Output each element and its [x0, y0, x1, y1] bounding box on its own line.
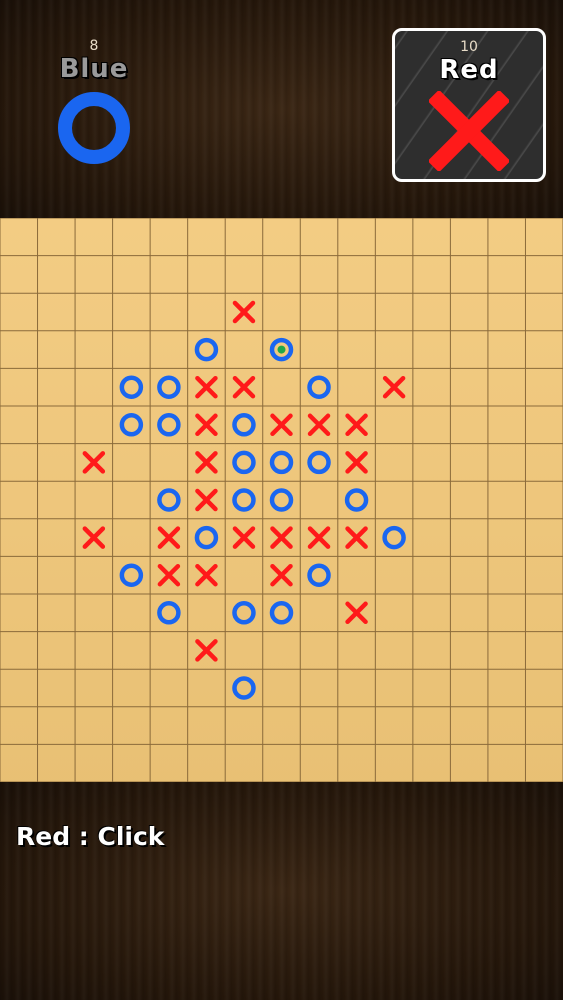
blue-score: 8	[89, 38, 99, 54]
red-x-mark	[270, 413, 293, 437]
red-x-mark	[195, 375, 218, 399]
red-x-icon	[429, 91, 509, 171]
blue-o-mark	[269, 450, 294, 475]
red-x-mark	[345, 451, 368, 474]
red-x-mark	[82, 451, 106, 474]
red-x-mark	[270, 563, 293, 587]
blue-o-mark	[157, 488, 181, 512]
red-x-mark	[232, 526, 256, 549]
blue-o-icon	[58, 92, 130, 164]
blue-o-mark	[119, 413, 144, 437]
game-board[interactable]	[0, 218, 563, 782]
blue-o-mark	[157, 601, 181, 625]
player-red-panel: 10 Red	[395, 39, 543, 171]
red-x-mark	[232, 300, 256, 324]
red-x-mark	[307, 413, 331, 437]
red-x-mark	[270, 526, 293, 549]
player-red-panel-active: 10 Red	[392, 28, 546, 182]
red-x-mark	[382, 375, 406, 399]
blue-o-mark	[307, 375, 331, 399]
bottom-panel	[0, 782, 563, 1000]
blue-o-mark	[269, 337, 294, 362]
red-x-mark	[345, 601, 368, 625]
blue-o-mark	[307, 563, 331, 587]
red-x-mark	[157, 563, 181, 587]
blue-o-mark	[194, 525, 219, 550]
red-x-mark	[307, 526, 331, 549]
blue-o-mark	[269, 601, 294, 625]
red-name: Red	[439, 55, 499, 85]
status-text: Red : Click	[16, 822, 165, 851]
blue-o-mark	[232, 413, 256, 437]
blue-o-mark	[344, 488, 369, 512]
blue-o-mark	[194, 337, 219, 362]
last-move-dot	[277, 345, 286, 354]
blue-o-mark	[232, 601, 256, 625]
board-grid[interactable]	[0, 218, 563, 782]
red-x-mark	[195, 488, 218, 512]
blue-o-mark	[269, 488, 294, 512]
blue-o-mark	[157, 375, 181, 399]
red-score: 10	[460, 39, 478, 55]
red-x-mark	[195, 451, 218, 474]
red-x-mark	[195, 639, 218, 662]
blue-o-mark	[119, 563, 144, 587]
blue-o-mark	[382, 525, 406, 550]
red-x-mark	[195, 563, 218, 587]
blue-o-mark	[119, 375, 144, 399]
blue-o-mark	[232, 450, 256, 475]
blue-o-mark	[232, 676, 256, 700]
red-x-mark	[195, 413, 218, 437]
blue-o-mark	[232, 488, 256, 512]
red-x-mark	[157, 526, 181, 549]
blue-o-mark	[307, 450, 331, 475]
red-x-mark	[82, 526, 106, 549]
red-x-mark	[232, 375, 256, 399]
red-x-mark	[345, 526, 368, 549]
blue-o-mark	[157, 413, 181, 437]
player-blue-panel: 8 Blue	[44, 38, 144, 166]
red-x-mark	[345, 413, 368, 437]
blue-name: Blue	[59, 54, 129, 84]
